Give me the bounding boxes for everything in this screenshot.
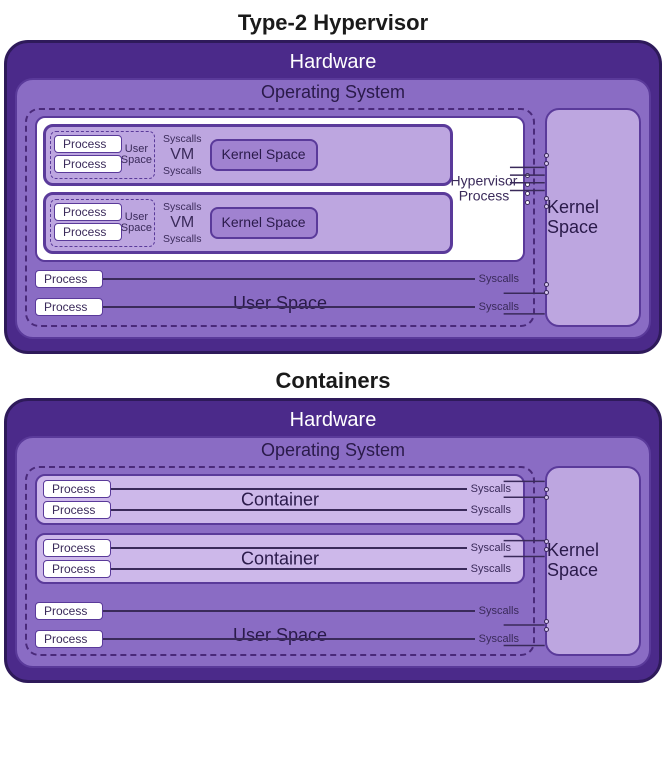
host-userspace-box: Container Process Syscalls Process Sysca… xyxy=(25,466,535,656)
syscalls-label: Syscalls xyxy=(471,563,511,575)
hypervisor-title: Type-2 Hypervisor xyxy=(4,10,662,36)
hypervisor-ports xyxy=(525,173,530,205)
process-box: Process xyxy=(54,155,122,173)
host-process-row: Process Syscalls xyxy=(35,602,525,620)
hypervisor-process-label: Hypervisor Process xyxy=(449,174,519,205)
process-box: Process xyxy=(35,298,103,316)
process-box: Process xyxy=(43,539,111,557)
host-kernel-box: Kernel Space xyxy=(545,108,641,327)
vm-center-label: Syscalls VM Syscalls xyxy=(163,201,202,245)
container-box: Container Process Syscalls Process Sysca… xyxy=(35,474,525,525)
vm-box: Process Process UserSpace Syscalls VM Sy… xyxy=(43,192,453,254)
syscalls-label: Syscalls xyxy=(471,483,511,495)
syscalls-label: Syscalls xyxy=(471,504,511,516)
containers-title: Containers xyxy=(4,368,662,394)
process-box: Process xyxy=(54,203,122,221)
hypervisor-os-box: Operating System Hypervisor Process Proc… xyxy=(15,78,651,339)
process-box: Process xyxy=(43,501,111,519)
vm-userspace-label: UserSpace xyxy=(121,212,152,234)
host-kernel-box: Kernel Space xyxy=(545,466,641,656)
vm-kernel-box: Kernel Space xyxy=(210,207,318,238)
vm-box: Process Process UserSpace Syscalls VM Sy… xyxy=(43,124,453,186)
container-label: Container xyxy=(241,489,319,510)
process-box: Process xyxy=(43,560,111,578)
vm-userspace: Process Process UserSpace xyxy=(50,131,155,179)
hardware-label: Hardware xyxy=(15,407,651,436)
vm-kernel-box: Kernel Space xyxy=(210,139,318,170)
syscalls-label: Syscalls xyxy=(471,542,511,554)
syscalls-label: Syscalls xyxy=(479,605,519,617)
process-box: Process xyxy=(54,223,122,241)
hardware-label: Hardware xyxy=(15,49,651,78)
hypervisor-hardware-box: Hardware Operating System Hypervisor Pro… xyxy=(4,40,662,354)
process-box: Process xyxy=(54,135,122,153)
container-label: Container xyxy=(241,548,319,569)
syscalls-label: Syscalls xyxy=(479,633,519,645)
containers-hardware-box: Hardware Operating System Container Proc… xyxy=(4,398,662,683)
process-box: Process xyxy=(35,602,103,620)
kernel-ports xyxy=(544,282,549,295)
process-box: Process xyxy=(43,480,111,498)
kernel-ports xyxy=(544,539,549,552)
process-box: Process xyxy=(35,270,103,288)
vm-center-label: Syscalls VM Syscalls xyxy=(163,133,202,177)
kernel-ports xyxy=(544,487,549,500)
kernel-ports xyxy=(544,196,549,209)
os-label: Operating System xyxy=(17,82,649,107)
containers-os-box: Operating System Container Process Sysca… xyxy=(15,436,651,668)
vm-userspace: Process Process UserSpace xyxy=(50,199,155,247)
kernel-ports xyxy=(544,619,549,632)
os-label: Operating System xyxy=(17,440,649,465)
host-process-row: Process Syscalls xyxy=(35,270,525,288)
container-box: Container Process Syscalls Process Sysca… xyxy=(35,533,525,584)
hypervisor-process-box: Hypervisor Process Process Process UserS… xyxy=(35,116,525,262)
host-userspace-box: Hypervisor Process Process Process UserS… xyxy=(25,108,535,327)
process-box: Process xyxy=(35,630,103,648)
syscalls-label: Syscalls xyxy=(479,273,519,285)
kernel-ports xyxy=(544,153,549,166)
vm-userspace-label: UserSpace xyxy=(121,144,152,166)
syscalls-label: Syscalls xyxy=(479,301,519,313)
